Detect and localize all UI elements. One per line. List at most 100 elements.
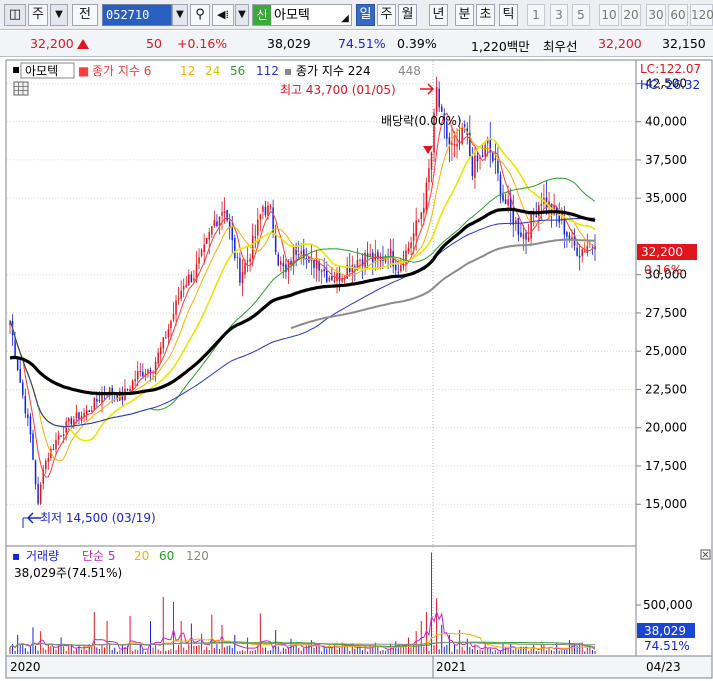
interval-5[interactable]: 5 [572, 4, 590, 26]
candle-body-91 [241, 271, 244, 284]
candle-body-127 [333, 280, 336, 282]
candle-body-141 [369, 253, 371, 256]
candle-body-203 [527, 237, 530, 241]
search-icon[interactable]: ⚲ [190, 4, 210, 26]
stock-type-dropdown-icon[interactable]: ▼ [50, 4, 68, 26]
candle-body-200 [520, 232, 522, 237]
candle-body-59 [159, 347, 162, 355]
last-volume-ratio: 74.51% [644, 639, 690, 653]
price-pane [5, 59, 637, 547]
tab-daily[interactable]: 일 [356, 4, 375, 26]
tab-weekly[interactable]: 주 [377, 4, 396, 26]
dividend-annotation: 배당락(0.00%) [381, 114, 462, 128]
best-ask: 32,150 [662, 36, 706, 51]
y-tick-label-10: 17,500 [645, 459, 687, 473]
y-tick-label-1: 40,000 [645, 115, 687, 129]
candle-body-75 [200, 249, 203, 256]
candle-body-90 [239, 257, 241, 283]
candle-body-175 [456, 143, 458, 147]
volume-current-label: 38,029주(74.51%) [14, 566, 122, 580]
candle-body-15 [47, 458, 50, 462]
candle-body-218 [566, 232, 568, 237]
candle-body-160 [417, 220, 420, 223]
candle-body-190 [494, 158, 497, 161]
candle-body-178 [463, 124, 466, 127]
candle-body-92 [244, 263, 246, 275]
tab-yearly[interactable]: 년 [429, 4, 448, 26]
candle-body-4 [19, 368, 21, 383]
candle-body-195 [507, 199, 509, 206]
candle-body-167 [435, 87, 438, 112]
interval-60[interactable]: 60 [668, 4, 688, 26]
candle-body-174 [453, 143, 456, 146]
tab-tick[interactable]: 틱 [499, 4, 518, 26]
interval-30[interactable]: 30 [646, 4, 666, 26]
legend-ma6: 종가 지수 6 [92, 64, 151, 78]
candle-body-173 [451, 143, 453, 145]
legend-stock-name: 아모텍 [25, 64, 58, 78]
tab-minute[interactable]: 분 [455, 4, 474, 26]
candle-body-201 [522, 233, 525, 240]
candle-body-199 [517, 218, 520, 235]
tab-monthly[interactable]: 월 [398, 4, 417, 26]
interval-1[interactable]: 1 [527, 4, 545, 26]
candle-body-168 [438, 88, 440, 108]
candle-body-169 [440, 106, 443, 112]
code-dropdown-icon[interactable]: ▼ [172, 4, 188, 26]
candle-body-82 [218, 216, 221, 226]
candle-body-224 [581, 249, 583, 256]
volume-legend-ma5: 단순 5 [82, 549, 116, 563]
candle-body-207 [538, 205, 540, 217]
candle-body-97 [257, 219, 259, 236]
candle-body-67 [180, 290, 182, 299]
stock-code-input[interactable]: 052710 [102, 4, 172, 26]
candle-body-71 [190, 274, 193, 283]
candle-body-61 [165, 337, 167, 339]
market-all-button[interactable]: 전 [72, 4, 98, 26]
candle-body-77 [205, 237, 208, 244]
candle-body-186 [484, 144, 486, 157]
candle-body-223 [578, 255, 581, 258]
candle-body-87 [231, 227, 234, 241]
legend-ma224-box-icon: ▪ [284, 64, 292, 78]
x-label-end: 04/23 [646, 660, 681, 674]
candle-body-208 [540, 204, 543, 207]
chart-toolbar: ◫ 주 ▼ 전 052710 ▼ ⚲ ◀⁞ ▼ 신 아모텍 ◢ 일 주 월 년 분… [0, 0, 713, 30]
table-view-icon[interactable] [13, 81, 29, 96]
candle-body-107 [282, 263, 285, 267]
candle-body-79 [211, 226, 213, 235]
legend-box-icon[interactable]: ▪ [12, 62, 20, 76]
candle-body-161 [420, 212, 423, 220]
tab-second[interactable]: 초 [476, 4, 495, 26]
speaker-dropdown-icon[interactable]: ▼ [235, 4, 249, 26]
candle-body-58 [157, 352, 159, 364]
interval-120[interactable]: 120 [690, 4, 713, 26]
volume-legend-ma120: 120 [186, 549, 209, 563]
candle-body-125 [328, 277, 331, 281]
candle-body-164 [428, 168, 430, 183]
best-bid-label: 최우선 [543, 39, 578, 54]
stock-name-box[interactable]: 신 아모텍 [252, 4, 352, 26]
candle-body-63 [170, 320, 172, 329]
chart-canvas[interactable]: 42,50040,00037,50035,00030,00027,50025,0… [0, 58, 713, 681]
candle-body-147 [384, 256, 387, 262]
candle-body-110 [290, 260, 292, 264]
interval-10[interactable]: 10 [599, 4, 619, 26]
up-arrow-icon [76, 39, 89, 49]
interval-3[interactable]: 3 [550, 4, 568, 26]
y-tick-label-9: 20,000 [645, 421, 687, 435]
candle-body-88 [234, 238, 236, 259]
candle-body-65 [175, 300, 177, 315]
candle-body-162 [423, 207, 425, 214]
last-change-label: 0.16% [644, 263, 682, 277]
candle-body-153 [400, 265, 402, 272]
chart-menu-icon[interactable]: ◫ [4, 4, 26, 26]
candle-body-30 [85, 410, 88, 415]
stock-type-button[interactable]: 주 [28, 4, 48, 26]
candle-body-24 [70, 418, 73, 425]
speaker-icon[interactable]: ◀⁞ [212, 4, 234, 26]
candle-body-18 [55, 439, 57, 450]
candle-body-19 [57, 435, 60, 440]
price-chart[interactable]: 42,500 40,000 37,500 35,000 30,000 27,500 25,0… [0, 58, 713, 681]
interval-20[interactable]: 20 [621, 4, 641, 26]
